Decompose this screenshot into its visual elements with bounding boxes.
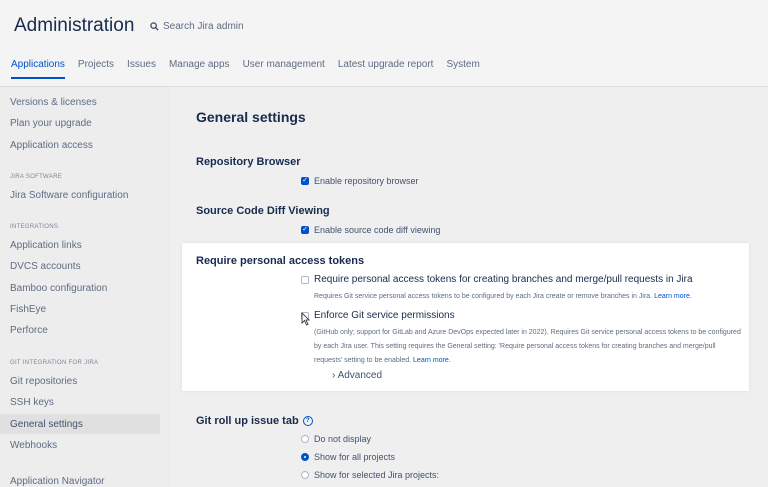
- tab-user-management[interactable]: User management: [243, 59, 325, 79]
- git-rollup-heading: Git roll up issue tab?: [196, 415, 313, 427]
- sidebar-item-dvcs-accounts[interactable]: DVCS accounts: [10, 261, 81, 272]
- personal-access-tokens-panel: Require personal access tokens Require p…: [182, 243, 749, 391]
- rollup-option-do-not-display[interactable]: Do not display: [301, 434, 371, 444]
- chevron-right-icon: ›: [332, 370, 336, 381]
- tab-latest-upgrade-report[interactable]: Latest upgrade report: [338, 59, 434, 79]
- enable-diff-viewing-option[interactable]: ✓ Enable source code diff viewing: [301, 225, 440, 235]
- rollup-option-all-projects[interactable]: Show for all projects: [301, 452, 395, 462]
- page-header-title: Administration: [14, 15, 135, 36]
- admin-search[interactable]: Search Jira admin: [150, 21, 244, 32]
- require-pat-label: Require personal access tokens for creat…: [314, 274, 693, 285]
- sidebar-item-plan-upgrade[interactable]: Plan your upgrade: [10, 118, 92, 129]
- require-pat-option[interactable]: Require personal access tokens for creat…: [301, 274, 693, 285]
- repository-browser-heading: Repository Browser: [196, 156, 301, 168]
- advanced-toggle[interactable]: › Advanced: [332, 370, 382, 381]
- tab-applications[interactable]: Applications: [11, 59, 65, 79]
- enforce-git-permissions-option[interactable]: Enforce Git service permissions: [301, 310, 455, 321]
- sidebar-heading-jira-software: JIRA SOFTWARE: [10, 174, 63, 180]
- tab-issues[interactable]: Issues: [127, 59, 156, 79]
- mouse-cursor-icon: [301, 312, 310, 326]
- search-icon: [150, 22, 159, 31]
- require-pat-description: Requires Git service personal access tok…: [314, 293, 692, 300]
- sidebar-item-application-navigator[interactable]: Application Navigator: [10, 476, 105, 487]
- enforce-git-permissions-description: (GitHub only; support for GitLab and Azu…: [314, 329, 741, 364]
- admin-header: Administration Search Jira admin Applica…: [0, 0, 768, 87]
- rollup-option-selected-projects[interactable]: Show for selected Jira projects:: [301, 470, 439, 480]
- tab-system[interactable]: System: [446, 59, 479, 79]
- require-pat-checkbox[interactable]: [301, 275, 309, 284]
- enable-repository-browser-label: Enable repository browser: [314, 176, 419, 186]
- diff-viewing-heading: Source Code Diff Viewing: [196, 205, 330, 217]
- rollup-radio-do-not-display[interactable]: [301, 435, 309, 443]
- enforce-git-permissions-label: Enforce Git service permissions: [314, 310, 455, 321]
- sidebar-item-fisheye[interactable]: FishEye: [10, 304, 46, 315]
- sidebar-item-perforce[interactable]: Perforce: [10, 325, 48, 336]
- enable-diff-viewing-label: Enable source code diff viewing: [314, 225, 441, 235]
- advanced-label: Advanced: [337, 370, 383, 381]
- sidebar-item-jira-software-config[interactable]: Jira Software configuration: [10, 190, 128, 201]
- tab-manage-apps[interactable]: Manage apps: [169, 59, 230, 79]
- pat-heading: Require personal access tokens: [196, 255, 365, 267]
- sidebar-item-application-links[interactable]: Application links: [10, 240, 82, 251]
- sidebar-item-ssh-keys[interactable]: SSH keys: [10, 397, 54, 408]
- enable-repository-browser-checkbox[interactable]: ✓: [301, 177, 309, 185]
- help-icon[interactable]: ?: [302, 416, 313, 427]
- sidebar-item-application-access[interactable]: Application access: [10, 140, 93, 151]
- enable-diff-viewing-checkbox[interactable]: ✓: [301, 226, 309, 234]
- rollup-radio-all-projects[interactable]: [301, 453, 309, 461]
- enforce-git-permissions-learn-more-link[interactable]: Learn more.: [413, 357, 451, 364]
- sidebar-item-bamboo-configuration[interactable]: Bamboo configuration: [10, 283, 107, 294]
- enable-repository-browser-option[interactable]: ✓ Enable repository browser: [301, 176, 419, 186]
- require-pat-learn-more-link[interactable]: Learn more.: [654, 293, 692, 300]
- sidebar-item-git-repositories[interactable]: Git repositories: [10, 376, 77, 387]
- sidebar-heading-git-integration: GIT INTEGRATION FOR JIRA: [10, 360, 99, 366]
- admin-tabs: Applications Projects Issues Manage apps…: [11, 59, 493, 79]
- tab-projects[interactable]: Projects: [78, 59, 114, 79]
- rollup-radio-selected-projects[interactable]: [301, 471, 309, 479]
- sidebar-item-general-settings[interactable]: General settings: [10, 419, 83, 430]
- sidebar-item-webhooks[interactable]: Webhooks: [10, 440, 57, 451]
- search-placeholder: Search Jira admin: [163, 21, 244, 32]
- sidebar-heading-integrations: INTEGRATIONS: [10, 224, 59, 230]
- sidebar-item-versions-licenses[interactable]: Versions & licenses: [10, 97, 97, 108]
- page-title: General settings: [196, 109, 306, 125]
